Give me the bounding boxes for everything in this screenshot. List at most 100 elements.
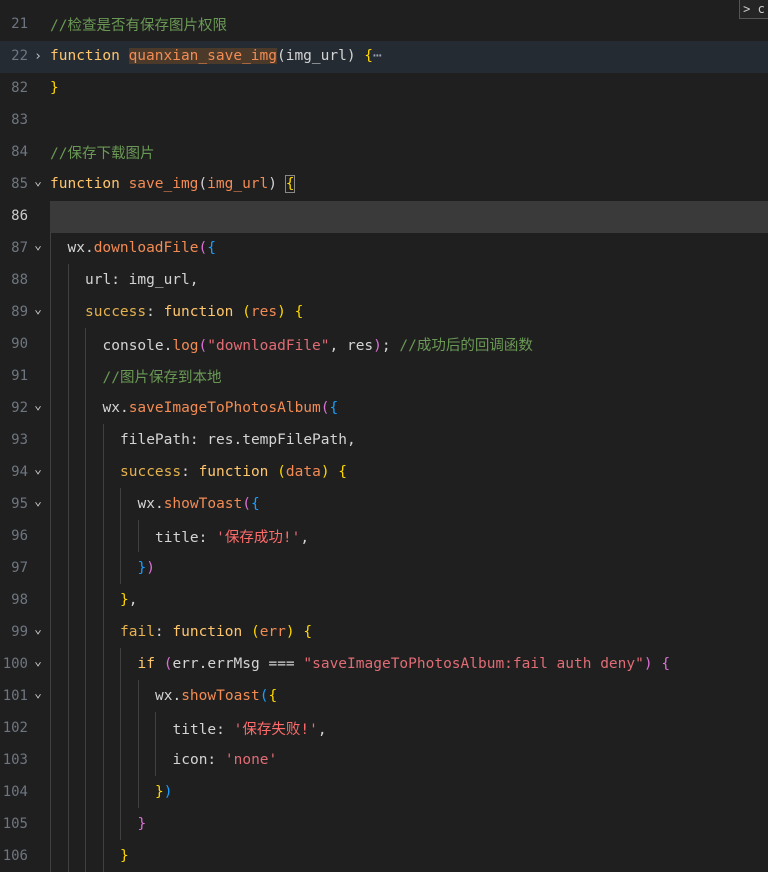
- code-line[interactable]: 87 ⌄ wx.downloadFile({: [0, 232, 768, 264]
- fold-collapse-icon[interactable]: ⌄: [32, 462, 44, 477]
- token: console.: [102, 337, 173, 354]
- token: ): [268, 176, 286, 192]
- token: ': [216, 529, 225, 546]
- code-line[interactable]: 94 ⌄ success: function (data) {: [0, 456, 768, 488]
- code-text: console.log("downloadFile", res); //成功后的…: [103, 334, 533, 355]
- fold-collapse-icon[interactable]: ⌄: [32, 302, 44, 317]
- code-line[interactable]: 91 //图片保存到本地: [0, 360, 768, 392]
- token: }: [120, 848, 129, 864]
- token: res: [250, 304, 278, 320]
- code-line[interactable]: 82}: [0, 72, 768, 104]
- token: (: [250, 624, 260, 640]
- token: {: [284, 175, 296, 193]
- code-line[interactable]: 100 ⌄ if (err.errMsg === "saveImageToPhoto…: [0, 648, 768, 680]
- token: quanxian_save_img: [128, 48, 277, 64]
- code-text: function save_img(img_url) {: [50, 175, 296, 193]
- code-line[interactable]: 106}: [0, 840, 768, 872]
- line-number: 93: [11, 432, 28, 448]
- token: save_img: [128, 176, 199, 192]
- fold-collapse-icon[interactable]: ⌄: [32, 174, 44, 189]
- code-line[interactable]: 83: [0, 104, 768, 136]
- token: (: [242, 304, 251, 320]
- code-text: }: [50, 80, 59, 96]
- code-line[interactable]: 92 ⌄ wx.saveImageToPhotosAlbum({: [0, 392, 768, 424]
- code-line[interactable]: 104}): [0, 776, 768, 808]
- line-number: 87: [11, 240, 28, 256]
- code-line[interactable]: 84 //保存下载图片: [0, 136, 768, 168]
- token: fail: [120, 624, 155, 640]
- token: function: [198, 464, 269, 480]
- token: wx.: [102, 400, 129, 416]
- code-text: }: [120, 848, 129, 864]
- token: title:: [155, 529, 217, 546]
- token: (: [198, 240, 208, 256]
- code-line[interactable]: 103 icon: 'none': [0, 744, 768, 776]
- token: (: [242, 496, 252, 512]
- token: filePath: res.tempFilePath,: [120, 432, 356, 448]
- line-number: 94: [11, 464, 28, 480]
- code-line[interactable]: 21 //检查是否有保存图片权限: [0, 8, 768, 40]
- line-number: 83: [11, 112, 28, 128]
- line-number: 96: [11, 528, 28, 544]
- code-line[interactable]: 89 ⌄ success: function (res) {: [0, 296, 768, 328]
- code-line[interactable]: 98},: [0, 584, 768, 616]
- token: downloadFile: [93, 240, 199, 256]
- token: {: [303, 624, 313, 640]
- code-line[interactable]: 97}): [0, 552, 768, 584]
- fold-collapse-icon[interactable]: ⌄: [32, 622, 44, 637]
- minimap-toggle-button[interactable]: > c: [739, 0, 768, 19]
- code-line[interactable]: 22 › function quanxian_save_img(img_url) {…: [0, 40, 768, 72]
- token: {: [329, 400, 339, 416]
- line-number: 91: [11, 368, 28, 384]
- token: title:: [172, 721, 234, 738]
- code-text: wx.downloadFile({: [68, 240, 216, 256]
- code-text: fail: function (err) {: [120, 624, 312, 640]
- token: 'none': [224, 752, 278, 768]
- token: ': [309, 721, 318, 738]
- token: ,: [128, 592, 138, 608]
- token: log: [172, 337, 199, 354]
- fold-collapse-icon[interactable]: ⌄: [32, 686, 44, 701]
- token: data: [285, 464, 321, 480]
- line-number: 95: [11, 496, 28, 512]
- code-line[interactable]: 101 ⌄ wx.showToast({: [0, 680, 768, 712]
- code-text: title: '保存失败!',: [173, 718, 327, 739]
- line-number: 104: [2, 784, 28, 800]
- token: function: [172, 624, 243, 640]
- token: :: [146, 304, 164, 320]
- fold-expand-icon[interactable]: ›: [32, 49, 44, 64]
- token: //保存下载图片: [50, 145, 155, 162]
- token: showToast: [181, 688, 260, 704]
- fold-collapse-icon[interactable]: ⌄: [32, 398, 44, 413]
- token: function: [50, 176, 120, 192]
- code-line[interactable]: 96 title: '保存成功!',: [0, 520, 768, 552]
- token: wx.: [137, 496, 164, 512]
- fold-collapse-icon[interactable]: ⌄: [32, 654, 44, 669]
- code-text: icon: 'none': [173, 752, 278, 768]
- token: icon:: [172, 752, 225, 768]
- code-line[interactable]: 102 title: '保存失败!',: [0, 712, 768, 744]
- code-text: filePath: res.tempFilePath,: [120, 432, 356, 448]
- code-editor[interactable]: 21 //检查是否有保存图片权限 22 › function quanxian_save…: [0, 0, 768, 872]
- code-text: }): [155, 784, 172, 800]
- code-line[interactable]: 90 console.log("downloadFile", res); //成功…: [0, 328, 768, 360]
- token: saveImageToPhotosAlbum: [128, 400, 321, 416]
- code-line[interactable]: 93 filePath: res.tempFilePath,: [0, 424, 768, 456]
- code-line[interactable]: 85 ⌄ function save_img(img_url) {: [0, 168, 768, 200]
- code-line[interactable]: 88 url: img_url,: [0, 264, 768, 296]
- line-number: 103: [2, 752, 28, 768]
- code-line[interactable]: 105}: [0, 808, 768, 840]
- line-number: 101: [2, 688, 28, 704]
- code-line[interactable]: 99 ⌄ fail: function (err) {: [0, 616, 768, 648]
- line-number: 85: [11, 176, 28, 192]
- token: {: [338, 464, 348, 480]
- fold-collapse-icon[interactable]: ⌄: [32, 238, 44, 253]
- token: }: [137, 560, 147, 576]
- code-line[interactable]: 95 ⌄ wx.showToast({: [0, 488, 768, 520]
- fold-collapse-icon[interactable]: ⌄: [32, 494, 44, 509]
- code-line[interactable]: 86: [0, 200, 768, 232]
